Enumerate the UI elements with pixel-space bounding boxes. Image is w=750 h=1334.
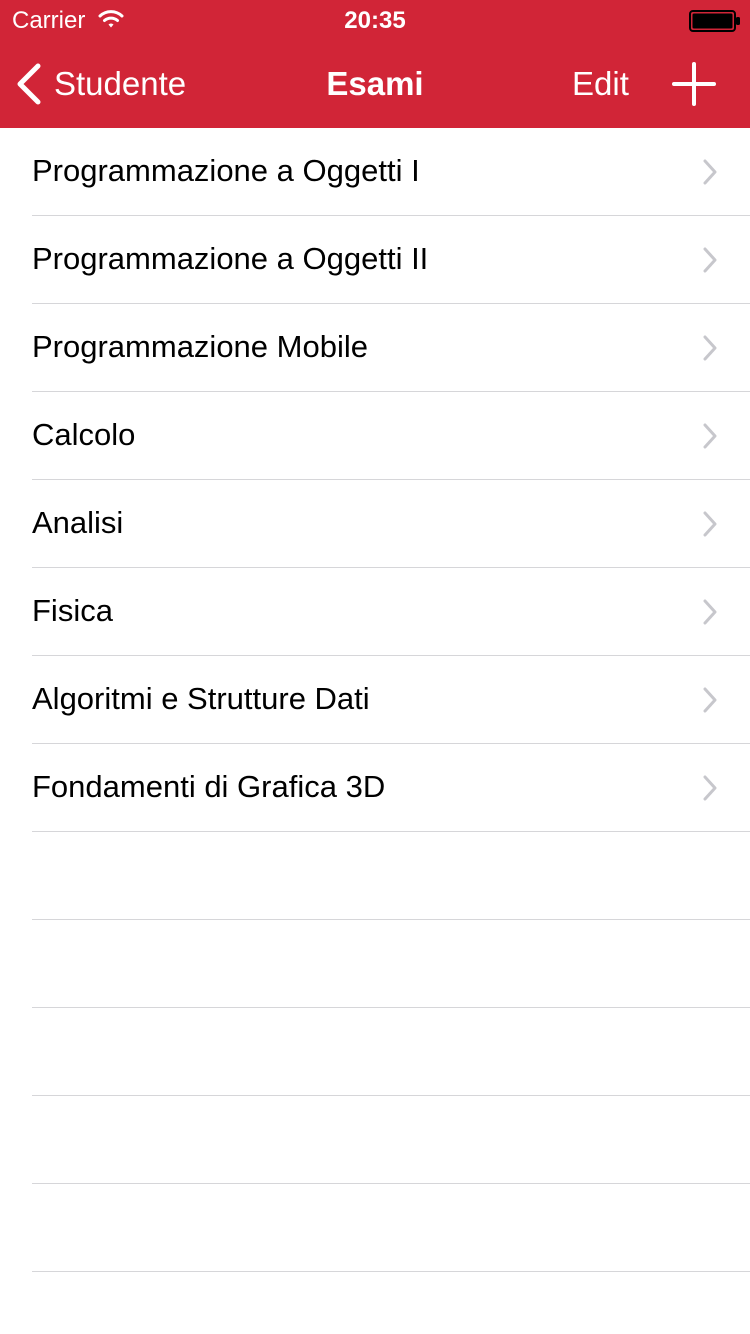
list-item[interactable]: Algoritmi e Strutture Dati bbox=[32, 656, 750, 744]
exam-list: Programmazione a Oggetti I Programmazion… bbox=[0, 128, 750, 1334]
list-item-label: Programmazione Mobile bbox=[32, 329, 368, 364]
chevron-right-icon bbox=[703, 511, 717, 537]
list-item[interactable]: Analisi bbox=[32, 480, 750, 568]
exams-screen: Carrier 20:35 Studente Esami Edit Progra… bbox=[0, 0, 750, 1334]
list-item[interactable]: Programmazione a Oggetti II bbox=[32, 216, 750, 304]
empty-row bbox=[32, 832, 750, 920]
empty-row bbox=[32, 1008, 750, 1096]
list-item[interactable]: Fisica bbox=[32, 568, 750, 656]
list-item[interactable]: Programmazione Mobile bbox=[32, 304, 750, 392]
list-item-label: Algoritmi e Strutture Dati bbox=[32, 681, 370, 716]
chevron-right-icon bbox=[703, 687, 717, 713]
chevron-right-icon bbox=[703, 599, 717, 625]
list-item[interactable]: Fondamenti di Grafica 3D bbox=[32, 744, 750, 832]
header: Carrier 20:35 Studente Esami Edit bbox=[0, 0, 750, 128]
navigation-bar: Studente Esami Edit bbox=[0, 40, 750, 128]
plus-icon[interactable] bbox=[670, 60, 718, 108]
chevron-right-icon bbox=[703, 159, 717, 185]
empty-row bbox=[32, 1272, 750, 1334]
list-item[interactable]: Calcolo bbox=[32, 392, 750, 480]
chevron-right-icon bbox=[703, 247, 717, 273]
status-bar: Carrier 20:35 bbox=[0, 0, 750, 40]
status-time: 20:35 bbox=[344, 7, 406, 34]
list-item-label: Fondamenti di Grafica 3D bbox=[32, 769, 386, 804]
list-item-label: Analisi bbox=[32, 505, 124, 540]
empty-row bbox=[32, 920, 750, 1008]
list-item-label: Programmazione a Oggetti II bbox=[32, 241, 429, 276]
empty-row bbox=[32, 1184, 750, 1272]
list-item[interactable]: Programmazione a Oggetti I bbox=[32, 128, 750, 216]
chevron-right-icon bbox=[703, 775, 717, 801]
chevron-right-icon bbox=[703, 423, 717, 449]
chevron-right-icon bbox=[703, 335, 717, 361]
list-item-label: Programmazione a Oggetti I bbox=[32, 153, 420, 188]
list-item-label: Fisica bbox=[32, 593, 113, 628]
list-item-label: Calcolo bbox=[32, 417, 136, 452]
battery-icon bbox=[689, 10, 740, 32]
empty-row bbox=[32, 1096, 750, 1184]
edit-button[interactable]: Edit bbox=[572, 64, 629, 104]
page-title: Esami bbox=[326, 65, 424, 102]
